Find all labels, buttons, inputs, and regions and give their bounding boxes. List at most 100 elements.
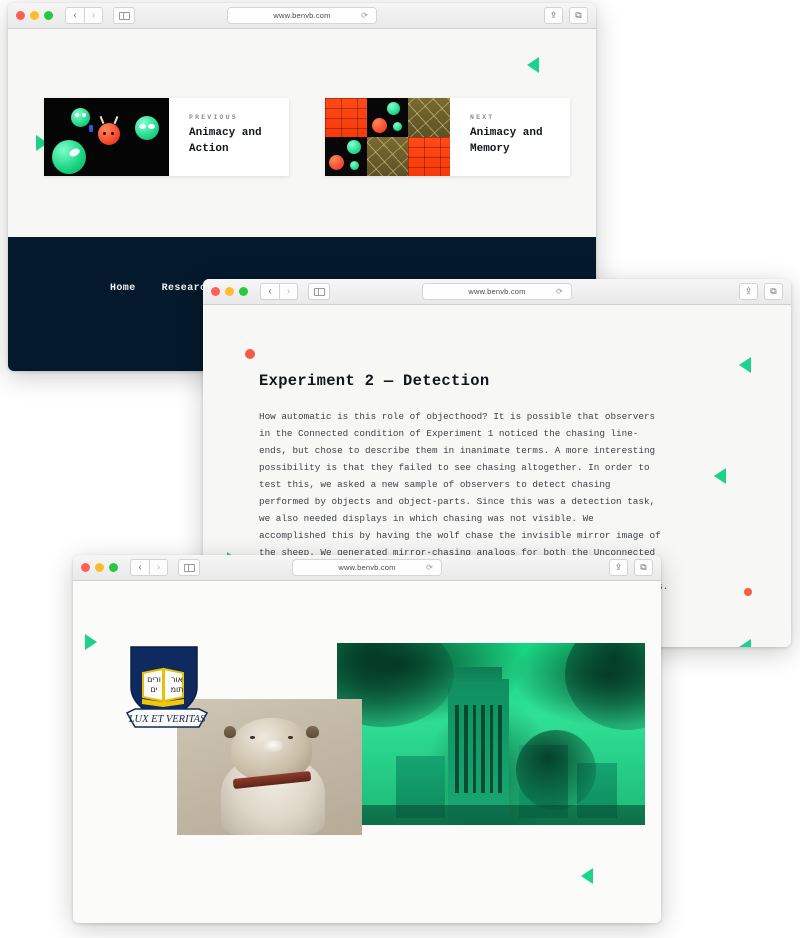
forward-button[interactable]: › <box>279 283 298 300</box>
next-card-title-line2: Memory <box>470 142 510 155</box>
maximize-button[interactable] <box>44 11 53 20</box>
forward-button[interactable]: › <box>149 559 168 576</box>
ball-eye <box>68 146 81 159</box>
brick-cell <box>325 98 367 137</box>
sidebar-icon <box>118 11 130 20</box>
book-text-line2: ים <box>150 685 157 694</box>
toolbar-right-buttons[interactable]: ⇪ ⧉ <box>739 283 783 300</box>
address-bar[interactable]: www.benvb.com ⟳ <box>292 559 442 576</box>
ball-eye <box>111 132 114 135</box>
next-article-card[interactable]: NEXT Animacy and Memory <box>325 98 570 176</box>
tab-overview-button[interactable]: ⧉ <box>634 559 653 576</box>
previous-article-card[interactable]: PREVIOUS Animacy and Action <box>44 98 289 176</box>
reload-icon[interactable]: ⟳ <box>426 563 433 572</box>
traffic-lights[interactable] <box>211 287 248 296</box>
tab-overview-button[interactable]: ⧉ <box>569 7 588 24</box>
close-button[interactable] <box>16 11 25 20</box>
chevron-right-icon: › <box>91 9 96 21</box>
toolbar-right-buttons[interactable]: ⇪ ⧉ <box>609 559 653 576</box>
tabs-icon: ⧉ <box>575 10 582 20</box>
red-ball <box>371 118 387 133</box>
body-line: ends, but chose to describe them in inan… <box>259 445 656 456</box>
minimize-button[interactable] <box>95 563 104 572</box>
close-button[interactable] <box>211 287 220 296</box>
triangle-left-icon <box>527 57 539 73</box>
next-card-kicker: NEXT <box>470 114 495 121</box>
red-ball <box>329 155 344 170</box>
ball-eye <box>103 132 106 135</box>
share-button[interactable]: ⇪ <box>609 559 628 576</box>
share-button[interactable]: ⇪ <box>739 283 758 300</box>
tree-canopy <box>515 730 596 811</box>
toolbar-right-buttons[interactable]: ⇪ ⧉ <box>544 7 588 24</box>
maximize-button[interactable] <box>109 563 118 572</box>
minimize-button[interactable] <box>225 287 234 296</box>
book-text-line1: ורים <box>147 675 161 684</box>
url-text: www.benvb.com <box>338 563 396 572</box>
traffic-lights[interactable] <box>16 11 53 20</box>
sidebar-toggle-button[interactable] <box>113 7 135 24</box>
chevron-right-icon: › <box>286 285 291 297</box>
page-content-images: ורים ים אור תומ LUX ET VERITAS <box>73 581 661 923</box>
minimize-button[interactable] <box>30 11 39 20</box>
triangle-left-icon <box>739 639 751 647</box>
address-bar[interactable]: www.benvb.com ⟳ <box>422 283 572 300</box>
ball-eye <box>139 124 146 129</box>
tower-window <box>463 704 468 793</box>
blue-marker <box>89 125 93 132</box>
share-button[interactable]: ⇪ <box>544 7 563 24</box>
sidebar-toggle-button[interactable] <box>308 283 330 300</box>
navigation-buttons[interactable]: ‹ › <box>65 7 103 24</box>
next-card-title: Animacy and Memory <box>470 126 543 158</box>
tower-window <box>498 704 503 793</box>
nav-item-home[interactable]: Home <box>110 283 136 294</box>
green-ball <box>386 102 400 115</box>
address-bar[interactable]: www.benvb.com ⟳ <box>227 7 377 24</box>
library-tower <box>447 666 510 822</box>
book-text-line3: אור <box>171 675 183 684</box>
body-line: How automatic is this role of objecthood… <box>259 411 656 422</box>
maximize-button[interactable] <box>239 287 248 296</box>
sidebar-toggle-button[interactable] <box>178 559 200 576</box>
navigation-buttons[interactable]: ‹ › <box>130 559 168 576</box>
close-button[interactable] <box>81 563 90 572</box>
share-icon: ⇪ <box>549 10 558 20</box>
next-card-text: NEXT Animacy and Memory <box>450 98 543 176</box>
texture-grid <box>325 98 450 176</box>
tab-overview-button[interactable]: ⧉ <box>764 283 783 300</box>
previous-card-kicker: PREVIOUS <box>189 114 238 121</box>
tabs-icon: ⧉ <box>770 286 777 296</box>
share-icon: ⇪ <box>614 562 623 572</box>
titlebar: ‹ › www.benvb.com ⟳ ⇪ ⧉ <box>8 3 596 29</box>
back-button[interactable]: ‹ <box>260 283 279 300</box>
dog-muzzle <box>261 739 283 753</box>
body-line: possibility is that they failed to see c… <box>259 462 650 473</box>
titlebar: ‹ › www.benvb.com ⟳ ⇪ ⧉ <box>73 555 661 581</box>
coral-dot-side <box>744 588 752 596</box>
dog-ear-right <box>306 725 319 739</box>
back-button[interactable]: ‹ <box>130 559 149 576</box>
green-ball-small <box>71 108 90 127</box>
chevron-left-icon: ‹ <box>73 9 77 21</box>
traffic-lights[interactable] <box>81 563 118 572</box>
dog-ear-left <box>224 725 237 739</box>
body-line: test this, we asked a new sample of obse… <box>259 479 611 490</box>
dark-cell <box>366 98 409 137</box>
screenshot-stage: ‹ › www.benvb.com ⟳ ⇪ ⧉ PREVIOUS Animacy… <box>0 0 800 938</box>
back-button[interactable]: ‹ <box>65 7 84 24</box>
forward-button[interactable]: › <box>84 7 103 24</box>
ball-eye <box>82 113 86 117</box>
reload-icon[interactable]: ⟳ <box>361 11 368 20</box>
shield-svg: ורים ים אור תומ LUX ET VERITAS <box>125 646 209 728</box>
sidebar-icon <box>183 563 195 572</box>
motto-text: LUX ET VERITAS <box>128 714 206 725</box>
green-ball-small <box>392 122 402 131</box>
browser-window-images[interactable]: ‹ › www.benvb.com ⟳ ⇪ ⧉ ורים ים אור תומ … <box>73 555 661 923</box>
sterling-memorial-library-green-duotone-photo <box>337 643 645 825</box>
reload-icon[interactable]: ⟳ <box>556 287 563 296</box>
sidebar-icon <box>313 287 325 296</box>
share-icon: ⇪ <box>744 286 753 296</box>
body-line: accomplished this by having the wolf cha… <box>259 530 661 541</box>
navigation-buttons[interactable]: ‹ › <box>260 283 298 300</box>
previous-card-text: PREVIOUS Animacy and Action <box>169 98 262 176</box>
